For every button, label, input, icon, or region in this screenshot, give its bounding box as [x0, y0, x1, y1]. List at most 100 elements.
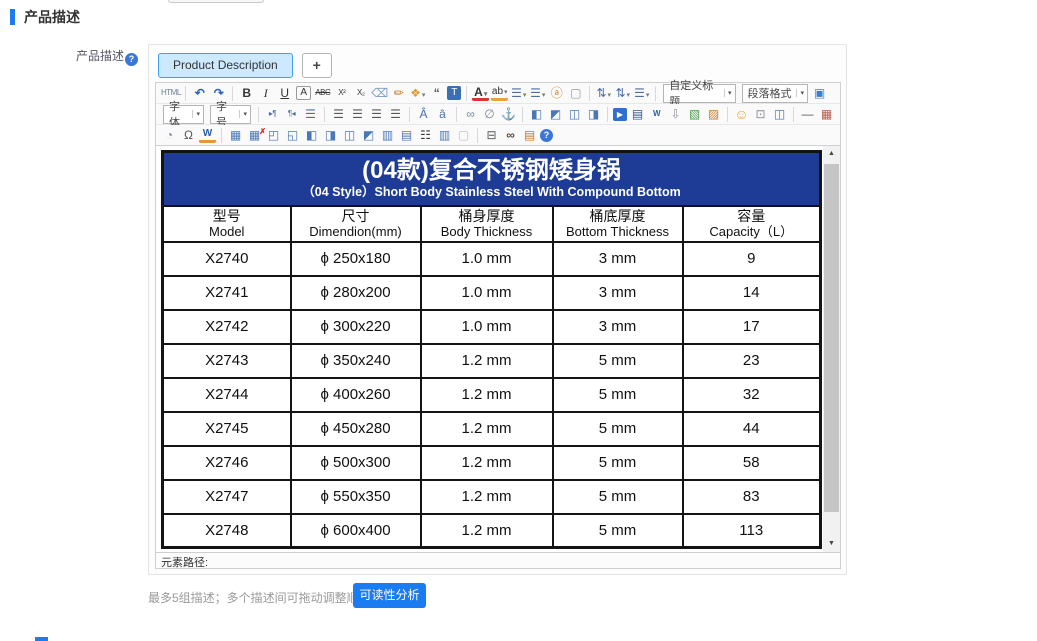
unordered-list-icon[interactable]: ☰▾ [529, 85, 546, 102]
help-icon[interactable]: ? [125, 53, 138, 66]
blank-page-icon[interactable]: ▢ [567, 85, 584, 102]
editor-content[interactable]: (04款)复合不锈钢矮身锅 （04 Style）Short Body Stain… [156, 146, 840, 552]
indent-ltr-icon[interactable]: ▸¶ [264, 106, 281, 123]
cell-capacity: 23 [683, 344, 821, 378]
unlink-icon[interactable]: ∅ [481, 106, 498, 123]
subscript-icon[interactable]: X₂ [352, 85, 369, 102]
chevron-down-icon: ▾ [484, 91, 488, 98]
cell-bottom-thickness: 3 mm [553, 310, 683, 344]
source-code-icon[interactable]: HTML [161, 85, 180, 102]
toolbar-separator [221, 128, 222, 143]
cell-capacity: 9 [683, 242, 821, 276]
table-header-icon[interactable]: ◰ [265, 127, 282, 144]
horizontal-rule-icon[interactable]: — [799, 106, 816, 123]
paste-plain-icon[interactable]: T [447, 86, 461, 100]
image-right-icon[interactable]: ◨ [585, 106, 602, 123]
align-justify-icon[interactable]: ☰ [387, 106, 404, 123]
date-icon[interactable]: ▦ [818, 106, 835, 123]
table-title: (04款)复合不锈钢矮身锅 [164, 157, 819, 185]
insert-row-icon[interactable]: ◧ [303, 127, 320, 144]
table-caption-icon[interactable]: ◱ [284, 127, 301, 144]
first-line-indent-icon[interactable]: ☰ [302, 106, 319, 123]
toolbar-separator [466, 86, 467, 101]
custom-title-select[interactable]: 自定义标题▾ [663, 84, 735, 103]
image-left-icon[interactable]: ◩ [547, 106, 564, 123]
paragraph-spacing-bottom-icon[interactable]: ⇅▾ [614, 85, 631, 102]
strikethrough-icon[interactable]: ABC [314, 85, 331, 102]
emotion-icon[interactable]: ☺ [733, 106, 750, 123]
split-rows-icon[interactable]: ▥ [379, 127, 396, 144]
time-icon[interactable]: ◔ [161, 127, 178, 144]
font-border-icon[interactable]: A [296, 86, 311, 100]
blockquote-icon[interactable]: “ [428, 85, 445, 102]
autotypeset-icon[interactable]: ⓐ [548, 85, 565, 102]
help-icon[interactable]: ? [540, 129, 553, 142]
scroll-up-icon[interactable]: ▲ [823, 146, 840, 162]
align-center-icon[interactable]: ☰ [349, 106, 366, 123]
table-row: X2748 ϕ 600x400 1.2 mm 5 mm 113 [163, 514, 821, 548]
highlight-color-icon[interactable]: ab▾ [491, 86, 508, 101]
paragraph-format-select[interactable]: 段落格式▾ [742, 84, 808, 103]
delete-table-icon[interactable]: ▦✗ [246, 127, 263, 144]
align-left-icon[interactable]: ☰ [330, 106, 347, 123]
anchor-icon[interactable]: ⚓ [500, 106, 517, 123]
split-cols-icon[interactable]: ▤ [398, 127, 415, 144]
chevron-down-icon: ▾ [192, 110, 200, 118]
cell-model: X2747 [163, 480, 291, 514]
search-icon[interactable]: ∞ [502, 127, 519, 144]
media-icon[interactable]: ▤ [629, 106, 646, 123]
insert-image-icon[interactable]: ▧ [686, 106, 703, 123]
word-image-icon[interactable]: W [648, 106, 665, 123]
paragraph-spacing-top-icon[interactable]: ⇅▾ [595, 85, 612, 102]
superscript-icon[interactable]: X² [333, 85, 350, 102]
table-background-icon[interactable]: ▥ [436, 127, 453, 144]
font-family-select[interactable]: 字体▾ [163, 105, 204, 124]
cell-dimension: ϕ 600x400 [291, 514, 421, 548]
editor-scrollbar[interactable]: ▲ ▼ [823, 146, 840, 552]
col-capacity: 容量Capacity（L） [683, 206, 821, 242]
image-center-icon[interactable]: ◫ [566, 106, 583, 123]
add-tab-button[interactable]: + [302, 53, 332, 78]
align-right-icon[interactable]: ☰ [368, 106, 385, 123]
cell-dimension: ϕ 400x260 [291, 378, 421, 412]
video-icon[interactable]: ▶ [613, 108, 627, 121]
italic-icon[interactable]: I [257, 85, 274, 102]
columns-icon[interactable]: ◫ [771, 106, 788, 123]
format-clear-icon[interactable]: ⌫ [371, 85, 388, 102]
ordered-list-icon[interactable]: ☰▾ [510, 85, 527, 102]
bold-icon[interactable]: B [238, 85, 255, 102]
upload-icon[interactable]: ⇩ [667, 106, 684, 123]
paste-icon[interactable]: ▤ [521, 127, 538, 144]
scrollbar-thumb[interactable] [824, 164, 839, 512]
underline-icon[interactable]: U [276, 85, 293, 102]
insert-col-icon[interactable]: ◨ [322, 127, 339, 144]
redo-icon[interactable]: ↷ [210, 85, 227, 102]
scroll-down-icon[interactable]: ▼ [823, 536, 840, 552]
format-painter-icon[interactable]: ❖▾ [409, 85, 426, 102]
case-lower-icon[interactable]: â [434, 106, 451, 123]
special-char-icon[interactable]: Ω [180, 127, 197, 144]
word-screenshot-icon[interactable]: W [199, 128, 216, 143]
font-size-select[interactable]: 字号▾ [210, 105, 251, 124]
merge-cells-icon[interactable]: ◫ [341, 127, 358, 144]
link-icon[interactable]: ∞ [462, 106, 479, 123]
image-inline-icon[interactable]: ◧ [528, 106, 545, 123]
indent-rtl-icon[interactable]: ¶◂ [283, 106, 300, 123]
cell-capacity: 83 [683, 480, 821, 514]
case-upper-icon[interactable]: Â [415, 106, 432, 123]
line-height-icon[interactable]: ☰▾ [633, 85, 650, 102]
undo-icon[interactable]: ↶ [191, 85, 208, 102]
cell-border-icon[interactable]: ▢ [455, 127, 472, 144]
preview-icon[interactable]: ▣ [811, 85, 828, 102]
table-sort-icon[interactable]: ☷ [417, 127, 434, 144]
picture-icon[interactable]: ▨ [705, 106, 722, 123]
tab-product-description[interactable]: Product Description [158, 53, 293, 78]
readability-analyze-button[interactable]: 可读性分析 [353, 583, 426, 608]
insert-table-icon[interactable]: ▦ [227, 127, 244, 144]
font-color-icon[interactable]: A▾ [472, 86, 489, 101]
chevron-down-icon: ▾ [523, 92, 527, 99]
snapscreen-icon[interactable]: ⊡ [752, 106, 769, 123]
split-cell-icon[interactable]: ◩ [360, 127, 377, 144]
print-icon[interactable]: ⊟ [483, 127, 500, 144]
format-brush-icon[interactable]: ✏ [390, 85, 407, 102]
